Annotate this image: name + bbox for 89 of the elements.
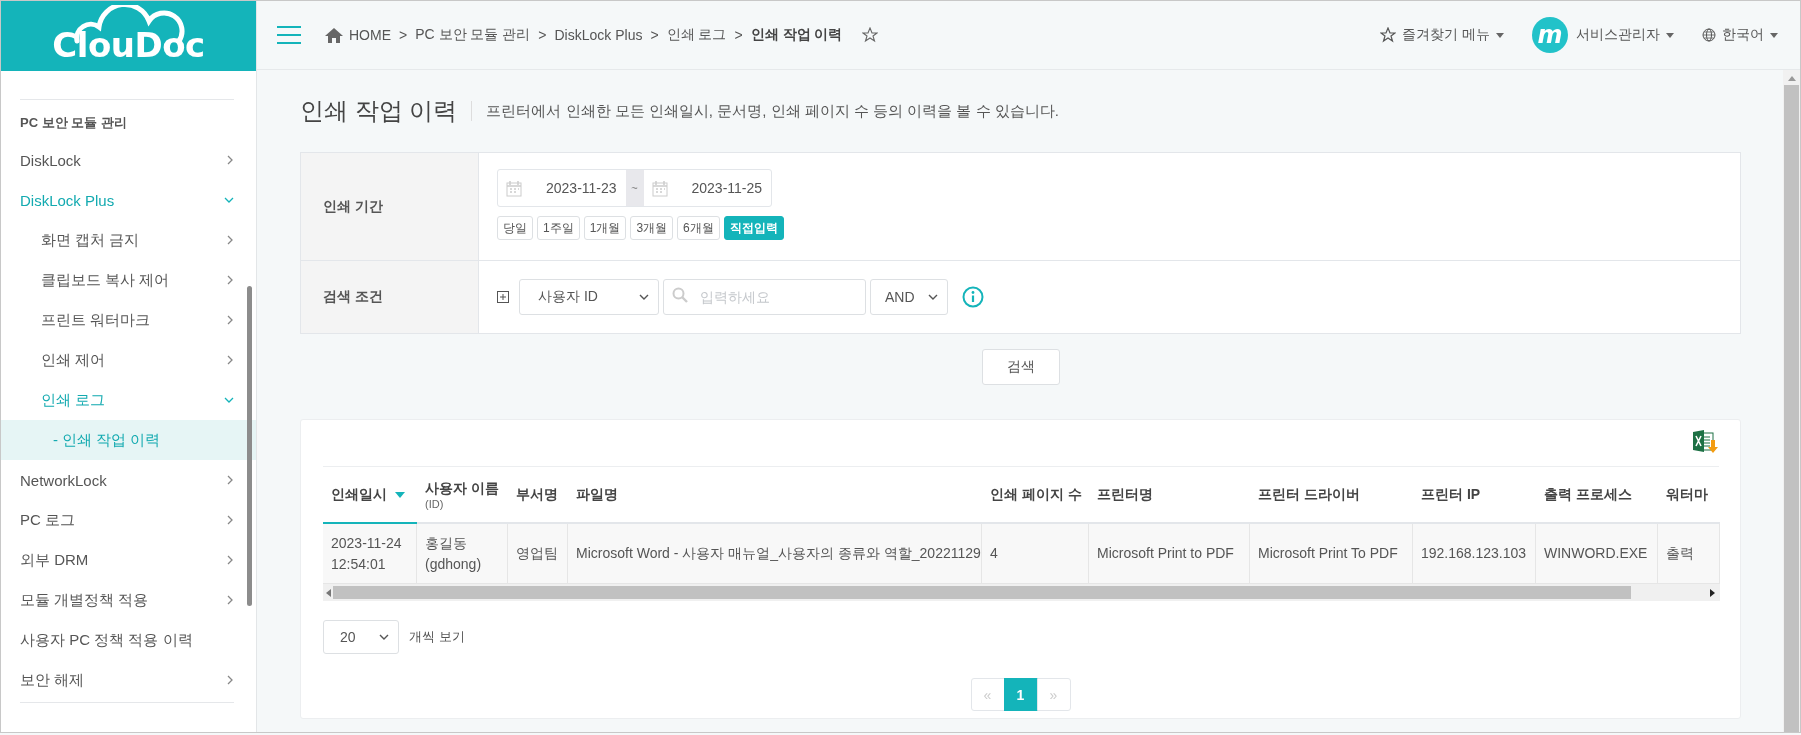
user-name: 서비스관리자 [1576, 26, 1660, 44]
menu-icon[interactable] [277, 26, 301, 44]
chevron-right-icon [226, 475, 234, 485]
caret-down-icon [1496, 32, 1504, 38]
search-button[interactable]: 검색 [981, 349, 1060, 385]
sidebar-item[interactable]: DiskLock [1, 140, 256, 180]
scroll-up-icon [1787, 76, 1796, 81]
caret-down-icon [1666, 32, 1674, 38]
sidebar-item[interactable]: NetworkLock [1, 460, 256, 500]
breadcrumb-separator: > [650, 27, 659, 43]
sort-descending-icon [395, 491, 405, 498]
page-title: 인쇄 작업 이력 [300, 96, 458, 126]
period-button[interactable]: 당일 [497, 216, 533, 240]
sidebar-item[interactable]: 화면 캡처 금지 [1, 220, 256, 260]
table-cell: Microsoft Print To PDF [1250, 524, 1413, 584]
chevron-right-icon [226, 275, 234, 285]
sidebar-item[interactable]: PC 로그 [1, 500, 256, 540]
page-size-select[interactable]: 20 [323, 620, 399, 654]
scrollbar-thumb[interactable] [1784, 85, 1799, 732]
chevron-right-icon [226, 155, 234, 165]
table-cell: Microsoft Word - 사용자 매뉴얼_사용자의 종류와 역할_20221129 [568, 524, 982, 584]
sidebar-item[interactable]: 모듈 개별정책 적용 [1, 580, 256, 620]
scrollbar-thumb[interactable] [247, 286, 252, 606]
chevron-down-icon [224, 396, 234, 404]
breadcrumb-link[interactable]: 인쇄 로그 [666, 26, 727, 44]
language-label: 한국어 [1722, 26, 1764, 44]
table-cell: 4 [982, 524, 1089, 584]
table-cell: Microsoft Print to PDF [1089, 524, 1250, 584]
chevron-down-icon [379, 634, 389, 640]
breadcrumb-separator: > [538, 27, 547, 43]
sidebar-item[interactable]: 외부 DRM [1, 540, 256, 580]
period-button[interactable]: 6개월 [677, 216, 720, 240]
sidebar-item[interactable]: 사용자 PC 정책 적용 이력 [1, 620, 256, 660]
add-condition-icon[interactable] [497, 291, 509, 303]
logo-text: ClouDoc [52, 25, 205, 67]
period-button[interactable]: 3개월 [630, 216, 674, 240]
avatar: m [1532, 17, 1568, 53]
breadcrumb-separator: > [399, 27, 408, 43]
star-icon [1380, 27, 1397, 43]
breadcrumb-link[interactable]: HOME [349, 27, 391, 43]
breadcrumb-separator: > [734, 27, 743, 43]
horizontal-scrollbar[interactable] [323, 584, 1720, 601]
table-cell: 영업팀 [508, 524, 568, 584]
chevron-right-icon [226, 235, 234, 245]
period-button[interactable]: 1개월 [583, 216, 627, 240]
breadcrumb-link[interactable]: DiskLock Plus [554, 27, 643, 43]
chevron-right-icon [226, 595, 234, 605]
sidebar-item[interactable]: 프린트 워터마크 [1, 300, 256, 340]
table-cell: 홍길동 (gdhong) [417, 524, 508, 584]
chevron-down-icon [928, 294, 938, 300]
chevron-down-icon [639, 294, 649, 300]
field-label: 인쇄 기간 [301, 153, 479, 260]
field-label: 검색 조건 [301, 261, 479, 333]
chevron-down-icon [224, 196, 234, 204]
breadcrumb-link[interactable]: PC 보안 모듈 관리 [415, 26, 531, 44]
search-icon [672, 287, 688, 303]
scrollbar-thumb[interactable] [333, 586, 1631, 599]
chevron-right-icon [226, 555, 234, 565]
sidebar-item[interactable]: 보안 해제 [1, 660, 256, 700]
star-icon[interactable] [862, 27, 879, 43]
caret-down-icon [1770, 32, 1778, 38]
chevron-right-icon [226, 675, 234, 685]
table-cell: 192.168.123.103 [1413, 524, 1536, 584]
table-cell: WINWORD.EXE [1536, 524, 1658, 584]
scroll-left-icon [326, 588, 331, 597]
sidebar-item[interactable]: 인쇄 제어 [1, 340, 256, 380]
sidebar-item[interactable]: 클립보드 복사 제어 [1, 260, 256, 300]
spreadsheet-download-icon[interactable] [1693, 430, 1719, 454]
sidebar-section-title: PC 보안 모듈 관리 [20, 99, 234, 140]
favorites-label: 즐겨찾기 메뉴 [1402, 26, 1490, 44]
chevron-right-icon [226, 515, 234, 525]
globe-icon [1702, 28, 1716, 42]
favorites-menu[interactable]: 즐겨찾기 메뉴 [1380, 26, 1504, 44]
scroll-right-icon [1710, 588, 1715, 597]
breadcrumb-current: 인쇄 작업 이력 [750, 26, 843, 44]
operator-select[interactable]: AND [870, 279, 948, 315]
language-menu[interactable]: 한국어 [1702, 26, 1778, 44]
page-size-label: 개씩 보기 [409, 628, 465, 646]
chevron-right-icon [226, 355, 234, 365]
chevron-right-icon [226, 315, 234, 325]
table-cell: 출력 [1658, 524, 1720, 584]
period-button[interactable]: 1주일 [537, 216, 580, 240]
home-icon[interactable] [325, 27, 343, 43]
user-menu[interactable]: m 서비스관리자 [1532, 17, 1674, 53]
keyword-field[interactable]: 입력하세요 [663, 279, 866, 315]
page-description: 프린터에서 인쇄한 모든 인쇄일시, 문서명, 인쇄 페이지 수 등의 이력을 볼 수 있습니다. [486, 101, 1059, 121]
field-select[interactable]: 사용자 ID [519, 279, 659, 315]
info-icon[interactable] [962, 286, 984, 308]
table-cell: 2023-11-24 12:54:01 [323, 524, 417, 584]
